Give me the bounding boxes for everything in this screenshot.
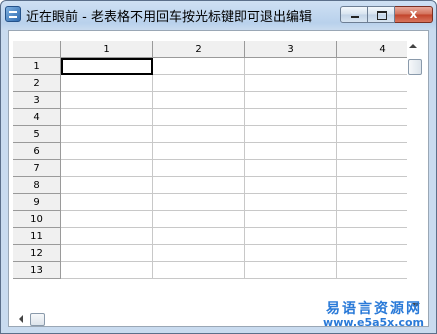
minimize-button[interactable] <box>340 6 368 23</box>
grid-cell[interactable] <box>245 109 337 126</box>
grid-cell[interactable] <box>61 194 153 211</box>
grid-cell[interactable] <box>153 58 245 75</box>
grid-cell[interactable] <box>61 109 153 126</box>
close-button[interactable]: x <box>395 6 433 23</box>
grid-cell[interactable] <box>337 92 407 109</box>
client-area: 1 2 3 4 1 2 3 4 5 6 7 8 9 10 11 12 13 <box>8 30 429 327</box>
grid-cell[interactable] <box>61 245 153 262</box>
close-icon: x <box>409 7 418 21</box>
row-header[interactable]: 13 <box>13 262 61 279</box>
grid-cell[interactable] <box>153 160 245 177</box>
column-header[interactable]: 2 <box>153 41 245 58</box>
row-header[interactable]: 11 <box>13 228 61 245</box>
grid-cell[interactable] <box>153 92 245 109</box>
row-header[interactable]: 12 <box>13 245 61 262</box>
grid-cell[interactable] <box>337 211 407 228</box>
row-header[interactable]: 6 <box>13 143 61 160</box>
app-window: 近在眼前 - 老表格不用回车按光标键即可退出编辑 x 1234123456789… <box>0 0 437 334</box>
grid-cell[interactable] <box>153 194 245 211</box>
watermark-url: www.e5a5x.com <box>323 316 424 329</box>
window-title: 近在眼前 - 老表格不用回车按光标键即可退出编辑 <box>26 10 312 25</box>
maximize-icon <box>377 11 387 20</box>
row-header[interactable]: 9 <box>13 194 61 211</box>
grid-cell[interactable] <box>61 160 153 177</box>
grid-cell[interactable] <box>153 126 245 143</box>
row-header[interactable]: 7 <box>13 160 61 177</box>
grid-cell[interactable] <box>153 245 245 262</box>
vertical-scroll-thumb[interactable] <box>408 59 422 75</box>
row-header[interactable]: 4 <box>13 109 61 126</box>
column-header[interactable]: 3 <box>245 41 337 58</box>
grid-cell[interactable] <box>153 143 245 160</box>
scroll-left-icon[interactable] <box>19 315 23 323</box>
grid-cell[interactable] <box>61 211 153 228</box>
title-bar[interactable]: 近在眼前 - 老表格不用回车按光标键即可退出编辑 x <box>1 1 436 30</box>
grid-cell[interactable] <box>337 126 407 143</box>
selected-cell[interactable] <box>61 58 153 75</box>
grid-cell[interactable] <box>245 211 337 228</box>
grid-cell[interactable] <box>337 58 407 75</box>
grid-cell[interactable] <box>61 143 153 160</box>
grid-cell[interactable] <box>245 228 337 245</box>
row-header[interactable]: 10 <box>13 211 61 228</box>
grid-cell[interactable] <box>245 75 337 92</box>
grid-cell[interactable] <box>337 262 407 279</box>
grid-cell[interactable] <box>245 177 337 194</box>
grid-cell[interactable] <box>61 126 153 143</box>
column-header[interactable]: 1 <box>61 41 153 58</box>
corner-header <box>13 41 61 58</box>
grid-cell[interactable] <box>61 75 153 92</box>
grid-cell[interactable] <box>245 262 337 279</box>
grid-cell[interactable] <box>337 75 407 92</box>
minimize-icon <box>351 16 359 18</box>
grid-cell[interactable] <box>153 75 245 92</box>
app-icon <box>5 6 21 22</box>
grid-cell[interactable] <box>245 143 337 160</box>
grid-cell[interactable] <box>61 262 153 279</box>
row-header[interactable]: 3 <box>13 92 61 109</box>
grid-cell[interactable] <box>337 143 407 160</box>
grid-cell[interactable] <box>337 177 407 194</box>
maximize-button[interactable] <box>368 6 395 23</box>
grid-cell[interactable] <box>245 92 337 109</box>
grid-cell[interactable] <box>245 194 337 211</box>
grid-cell[interactable] <box>153 109 245 126</box>
grid-cell[interactable] <box>61 228 153 245</box>
grid-cell[interactable] <box>245 160 337 177</box>
horizontal-scroll-thumb[interactable] <box>30 313 45 326</box>
row-header[interactable]: 5 <box>13 126 61 143</box>
grid-cell[interactable] <box>337 109 407 126</box>
watermark-text: 易语言资源网 <box>326 301 422 317</box>
grid-cell[interactable] <box>153 177 245 194</box>
grid-cell[interactable] <box>337 194 407 211</box>
grid-cell[interactable] <box>337 160 407 177</box>
vertical-scrollbar[interactable] <box>407 41 424 312</box>
row-header[interactable]: 8 <box>13 177 61 194</box>
grid-cell[interactable] <box>245 58 337 75</box>
row-header[interactable]: 1 <box>13 58 61 75</box>
column-header[interactable]: 4 <box>337 41 407 58</box>
grid-cell[interactable] <box>61 177 153 194</box>
grid-cell[interactable] <box>245 245 337 262</box>
row-header[interactable]: 2 <box>13 75 61 92</box>
grid-cell[interactable] <box>153 228 245 245</box>
grid-cell[interactable] <box>153 262 245 279</box>
scroll-up-icon[interactable] <box>409 44 417 48</box>
spreadsheet-grid[interactable]: 1 2 3 4 1 2 3 4 5 6 7 8 9 10 11 12 13 <box>13 41 407 312</box>
grid-cell[interactable] <box>153 211 245 228</box>
grid-cell[interactable] <box>245 126 337 143</box>
grid-cell[interactable] <box>61 92 153 109</box>
grid-cell[interactable] <box>337 245 407 262</box>
grid-cell[interactable] <box>337 228 407 245</box>
